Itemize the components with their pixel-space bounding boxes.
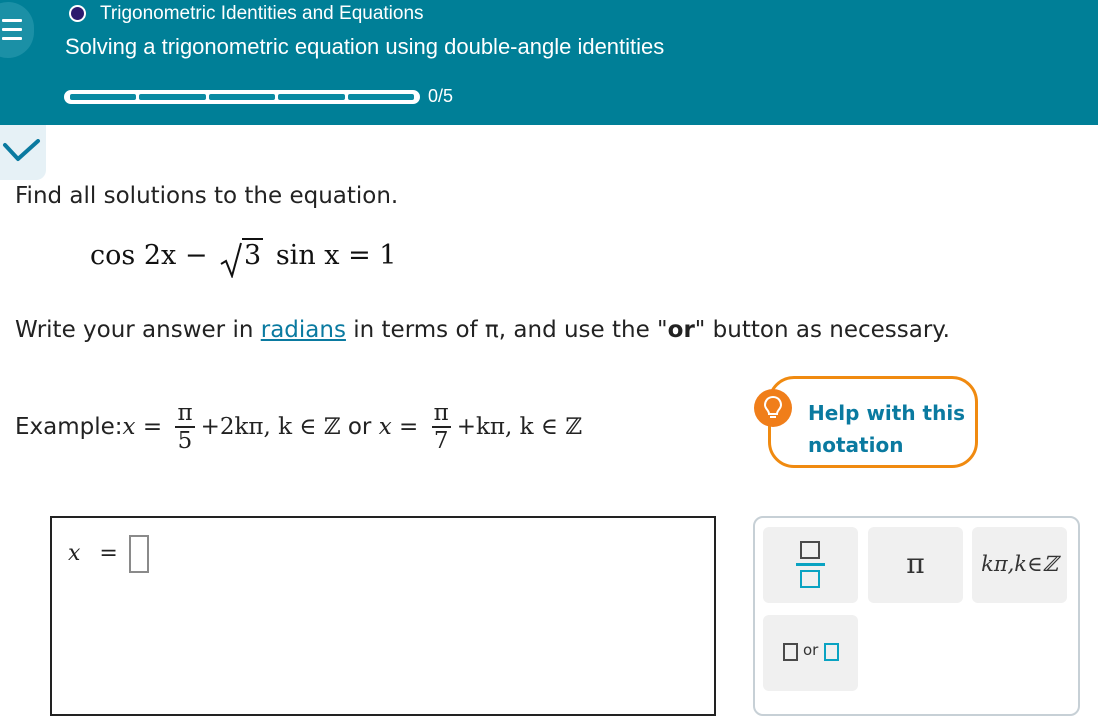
menu-icon [2,19,22,22]
chevron-down-icon [3,139,40,161]
help-notation-label[interactable]: Help with this notation [808,397,968,461]
progress-bar [64,90,420,104]
topic-title: Trigonometric Identities and Equations [100,3,424,24]
example: Example: x = π 5 +2kπ, k ∈ ℤ or x = π 7 … [15,400,583,454]
equation-sin-term: sin x = 1 [275,240,397,271]
page-title: Solving a trigonometric equation using d… [65,34,665,59]
radical-icon [220,242,243,278]
fraction-button[interactable] [763,527,858,603]
header-bar: Trigonometric Identities and Equations S… [0,0,1098,125]
collapse-tab[interactable] [0,125,46,180]
equation-minus: − [184,240,208,271]
example-fraction-2: π 7 [431,400,451,454]
equation: cos 2x − 3 sin x = 1 [90,238,397,278]
equation-cos-term: cos 2x [90,240,177,271]
example-prefix: Example: [15,414,123,440]
answer-input-area[interactable] [50,516,716,716]
pi-symbol: π [906,547,925,580]
example-var-2: x [378,414,392,440]
problem-prompt: Find all solutions to the equation. [15,183,399,209]
radians-link[interactable]: radians [261,317,346,343]
example-term-1: +2kπ, k ∈ ℤ [200,414,341,440]
progress-count: 0/5 [428,86,454,106]
root-argument: 3 [242,238,264,271]
example-var-1: x [122,414,136,440]
example-term-2: +kπ, k ∈ ℤ [456,414,583,440]
k-pi-symbol: kπ,k∈ℤ [981,552,1058,576]
or-emphasis: or [667,317,695,343]
answer-input-slot[interactable] [129,535,149,573]
instructions: Write your answer in radians in terms of… [15,317,950,343]
or-button[interactable]: or [763,615,858,691]
answer-label: x = [68,541,118,566]
lightbulb-icon [754,389,792,427]
square-root: 3 [220,238,264,278]
menu-button[interactable] [0,2,34,58]
topic-status-icon [69,5,86,22]
example-fraction-1: π 5 [175,400,195,454]
k-pi-integer-button[interactable]: kπ,k∈ℤ [972,527,1067,603]
pi-button[interactable]: π [868,527,963,603]
